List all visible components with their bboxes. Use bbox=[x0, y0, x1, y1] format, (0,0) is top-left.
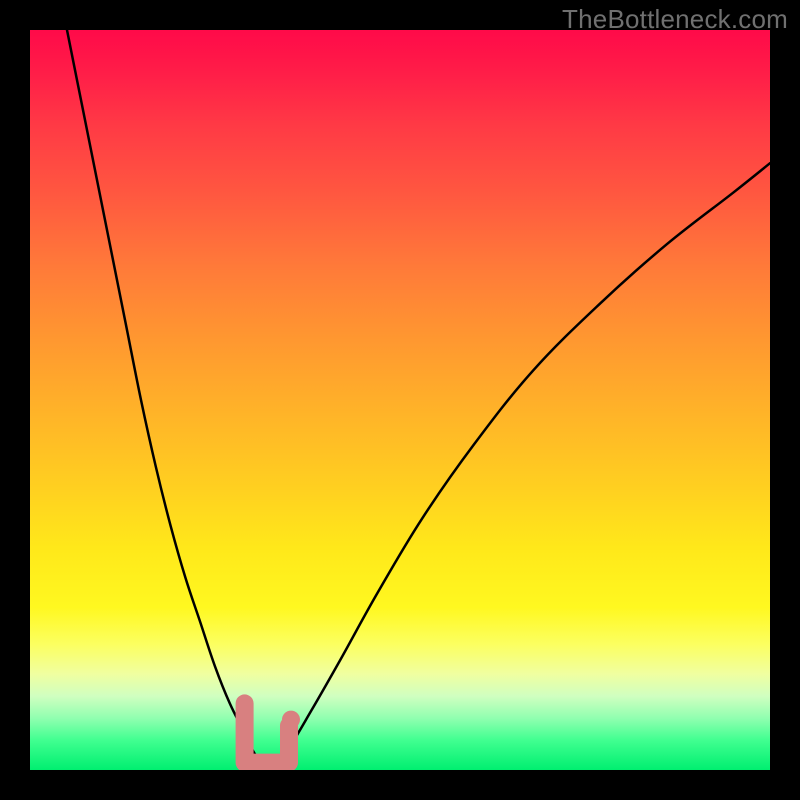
chart-container: TheBottleneck.com bbox=[0, 0, 800, 800]
plot-area bbox=[30, 30, 770, 770]
watermark-text: TheBottleneck.com bbox=[562, 4, 788, 35]
optimal-range-marker bbox=[30, 30, 770, 770]
